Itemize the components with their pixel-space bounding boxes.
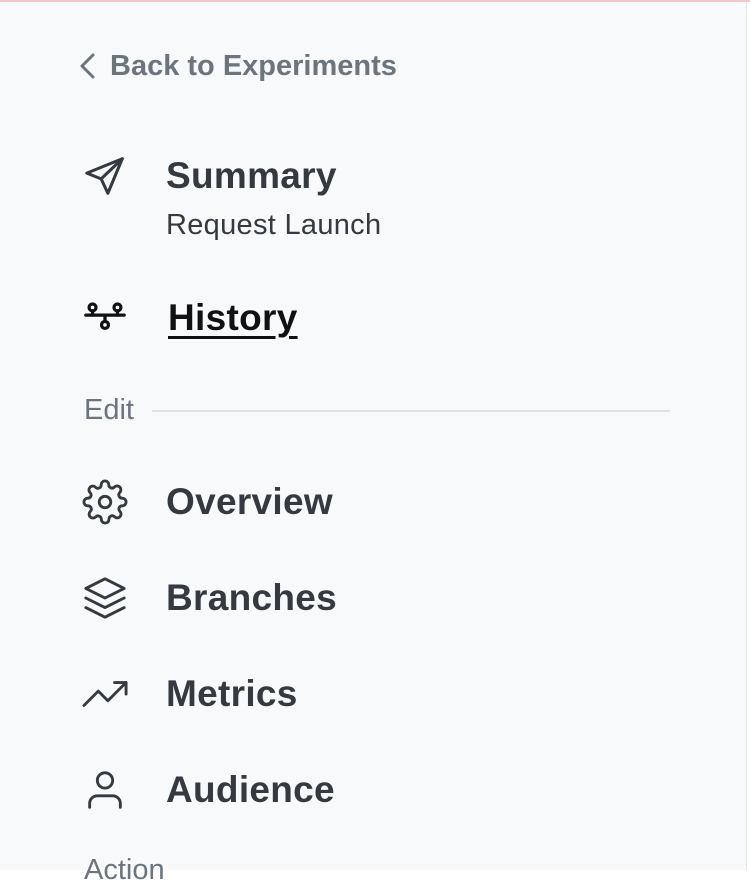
paper-plane-icon xyxy=(82,152,130,200)
sidebar-item-summary-label: Summary xyxy=(166,155,337,196)
section-title-action: Action xyxy=(84,854,165,886)
git-branch-icon xyxy=(82,294,130,342)
sidebar-item-branches-label: Branches xyxy=(166,577,338,618)
sidebar-item-overview[interactable]: Overview xyxy=(82,478,333,526)
person-icon xyxy=(82,766,130,814)
layers-icon xyxy=(82,574,130,622)
section-header-action: Action xyxy=(84,854,670,887)
summary-status-subtext: Request Launch xyxy=(166,209,382,241)
trending-up-icon xyxy=(82,670,130,718)
sidebar-item-metrics[interactable]: Metrics xyxy=(82,670,298,718)
sidebar-item-history-label: History xyxy=(168,297,298,338)
sidebar-item-history[interactable]: History xyxy=(82,294,298,342)
sidebar-item-overview-label: Overview xyxy=(166,481,333,522)
sidebar-item-metrics-label: Metrics xyxy=(166,673,298,714)
sidebar-item-summary[interactable]: Summary xyxy=(82,152,337,200)
gear-icon xyxy=(82,478,130,526)
section-divider xyxy=(151,409,670,412)
sidebar-item-audience-label: Audience xyxy=(166,769,335,810)
chevron-left-icon xyxy=(80,53,95,79)
sidebar-item-branches[interactable]: Branches xyxy=(82,574,337,622)
sidebar-item-audience[interactable]: Audience xyxy=(82,766,335,814)
section-title-edit: Edit xyxy=(84,394,134,426)
back-to-experiments-link[interactable]: Back to Experiments xyxy=(78,48,397,84)
experiment-sidebar: Back to Experiments Summary Request Laun… xyxy=(0,2,747,886)
section-header-edit: Edit xyxy=(84,394,670,427)
back-link-label: Back to Experiments xyxy=(110,49,397,82)
